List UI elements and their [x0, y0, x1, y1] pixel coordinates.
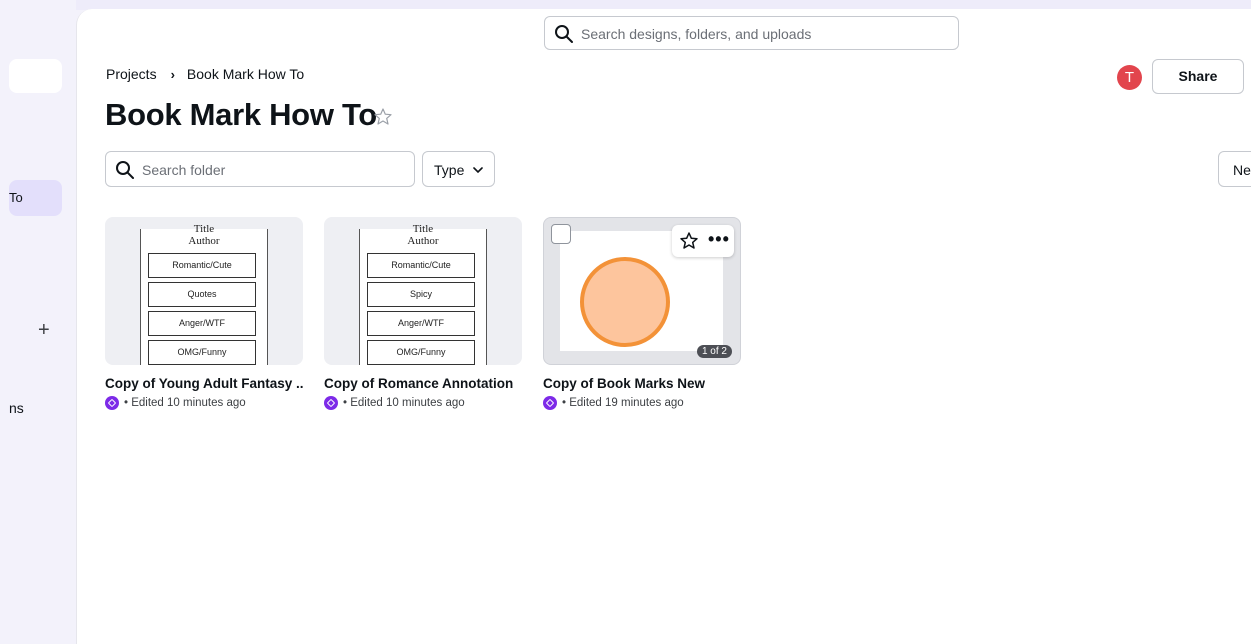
breadcrumb: Projects › Book Mark How To [106, 66, 304, 82]
add-icon[interactable]: + [38, 320, 50, 340]
sidebar-item-label: To [9, 190, 23, 205]
preview-box: Anger/WTF [148, 311, 256, 336]
edited-time: • Edited 10 minutes ago [343, 397, 465, 409]
design-type-icon [543, 396, 557, 410]
search-placeholder: Search designs, folders, and uploads [581, 26, 812, 42]
sidebar-item-partial[interactable]: ns [9, 400, 24, 416]
edited-time: • Edited 10 minutes ago [124, 397, 246, 409]
left-sidebar: To + ns [0, 0, 76, 644]
preview-heading: Title [412, 223, 434, 235]
preview-box: Romantic/Cute [367, 253, 475, 278]
new-button-label: Ne [1233, 162, 1251, 178]
design-type-icon [105, 396, 119, 410]
design-title[interactable]: Copy of Book Marks New [543, 376, 741, 391]
avatar[interactable]: T [1117, 65, 1142, 90]
preview-box: OMG/Funny [367, 340, 475, 365]
share-button[interactable]: Share [1152, 59, 1244, 94]
edited-time: • Edited 19 minutes ago [562, 397, 684, 409]
orange-circle-graphic [580, 257, 670, 347]
star-icon[interactable] [373, 107, 393, 127]
design-card[interactable]: Title Author Romantic/Cute Quotes Anger/… [105, 217, 303, 410]
search-icon [555, 25, 573, 43]
type-filter-label: Type [434, 162, 465, 178]
chevron-down-icon [473, 167, 483, 174]
preview-heading: Title [193, 223, 215, 235]
global-search-input[interactable]: Search designs, folders, and uploads [544, 16, 959, 50]
preview-box: OMG/Funny [148, 340, 256, 365]
design-meta: • Edited 10 minutes ago [105, 396, 303, 410]
star-icon[interactable] [679, 231, 699, 251]
page-title: Book Mark How To [105, 97, 377, 132]
design-thumbnail[interactable]: Title Author Romantic/Cute Spicy Anger/W… [324, 217, 522, 365]
folder-search-input[interactable]: Search folder [105, 151, 415, 187]
sidebar-button[interactable] [9, 59, 62, 93]
bookmark-preview: Title Author Romantic/Cute Spicy Anger/W… [359, 223, 487, 365]
design-thumbnail[interactable]: ••• 1 of 2 [543, 217, 741, 365]
design-title[interactable]: Copy of Young Adult Fantasy ... [105, 376, 303, 391]
breadcrumb-projects[interactable]: Projects [106, 66, 157, 82]
select-checkbox[interactable] [551, 224, 571, 244]
design-card[interactable]: Title Author Romantic/Cute Spicy Anger/W… [324, 217, 522, 410]
preview-box: Anger/WTF [367, 311, 475, 336]
search-icon [116, 161, 134, 179]
preview-box: Spicy [367, 282, 475, 307]
folder-search-placeholder: Search folder [142, 162, 226, 178]
type-filter-dropdown[interactable]: Type [422, 151, 495, 187]
design-title[interactable]: Copy of Romance Annotation [324, 376, 522, 391]
design-meta: • Edited 19 minutes ago [543, 396, 741, 410]
design-type-icon [324, 396, 338, 410]
preview-box: Quotes [148, 282, 256, 307]
new-button[interactable]: Ne [1218, 151, 1251, 187]
design-card[interactable]: ••• 1 of 2 Copy of Book Marks New • Edit… [543, 217, 741, 410]
preview-box: Romantic/Cute [148, 253, 256, 278]
main-panel: Search designs, folders, and uploads Pro… [76, 9, 1251, 644]
design-thumbnail[interactable]: Title Author Romantic/Cute Quotes Anger/… [105, 217, 303, 365]
more-options-icon[interactable]: ••• [708, 230, 730, 248]
page-count-badge: 1 of 2 [696, 345, 732, 358]
breadcrumb-current[interactable]: Book Mark How To [187, 66, 304, 82]
card-actions: ••• [672, 225, 734, 257]
design-meta: • Edited 10 minutes ago [324, 396, 522, 410]
sidebar-item-active-folder[interactable]: To [9, 180, 62, 216]
preview-author: Author [188, 235, 220, 247]
chevron-right-icon: › [170, 66, 175, 82]
preview-author: Author [407, 235, 439, 247]
bookmark-preview: Title Author Romantic/Cute Quotes Anger/… [140, 223, 268, 365]
